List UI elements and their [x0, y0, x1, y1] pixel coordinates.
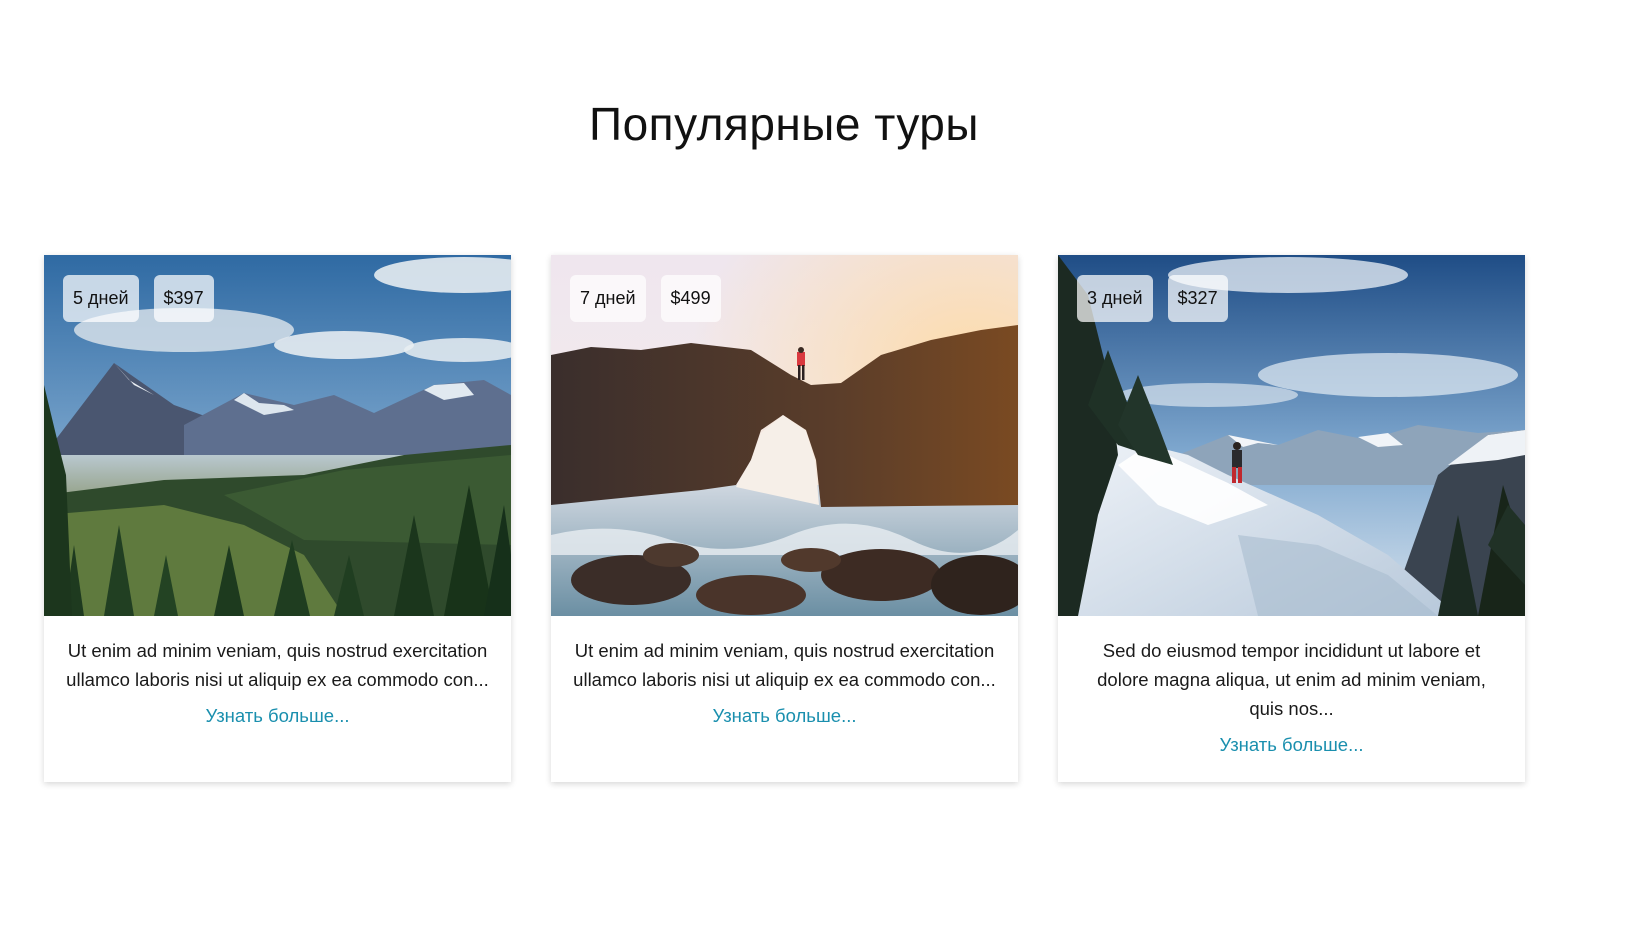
page-title: Популярные туры: [589, 98, 979, 150]
tour-cards: 5 дней $397 Ut enim ad minim veniam, qui…: [44, 255, 1525, 782]
duration-badge: 3 дней: [1077, 275, 1153, 322]
tour-badges: 3 дней $327: [1077, 275, 1228, 322]
tour-image-mountain-valley[interactable]: 5 дней $397: [44, 255, 511, 616]
tour-card[interactable]: 3 дней $327 Sed do eiusmod tempor incidi…: [1058, 255, 1525, 782]
tour-card-body: Ut enim ad minim veniam, quis nostrud ex…: [551, 616, 1018, 727]
tour-image-rock-arch[interactable]: 7 дней $499: [551, 255, 1018, 616]
price-badge: $499: [660, 275, 721, 322]
tour-badges: 7 дней $499: [570, 275, 721, 322]
learn-more-link[interactable]: Узнать больше...: [205, 705, 349, 727]
price-badge: $327: [1167, 275, 1228, 322]
price-badge: $397: [153, 275, 214, 322]
duration-badge: 7 дней: [570, 275, 646, 322]
tour-card-body: Sed do eiusmod tempor incididunt ut labo…: [1058, 616, 1525, 756]
duration-badge: 5 дней: [63, 275, 139, 322]
tour-card[interactable]: 5 дней $397 Ut enim ad minim veniam, qui…: [44, 255, 511, 782]
tour-card-body: Ut enim ad minim veniam, quis nostrud ex…: [44, 616, 511, 727]
tour-image-snowy-mountain[interactable]: 3 дней $327: [1058, 255, 1525, 616]
tour-card[interactable]: 7 дней $499 Ut enim ad minim veniam, qui…: [551, 255, 1018, 782]
tour-description: Ut enim ad minim veniam, quis nostrud ex…: [66, 640, 489, 690]
learn-more-link[interactable]: Узнать больше...: [712, 705, 856, 727]
tour-description: Ut enim ad minim veniam, quis nostrud ex…: [573, 640, 996, 690]
learn-more-link[interactable]: Узнать больше...: [1219, 734, 1363, 756]
tour-description: Sed do eiusmod tempor incididunt ut labo…: [1097, 640, 1486, 719]
tour-badges: 5 дней $397: [63, 275, 214, 322]
